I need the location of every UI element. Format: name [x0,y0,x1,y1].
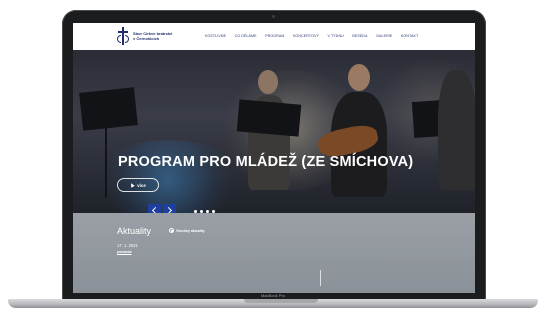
nav-item-kontakt[interactable]: KONTAKT [401,34,418,38]
nav-item-program[interactable]: PROGRAM [265,34,284,38]
main-nav: KOSTLIVNE CO DĚLÁME PROGRAM KONCERTOVÝ V… [205,34,427,38]
logo-text: Sbor Církve bratrské v Černošicích [133,31,172,41]
all-news-link[interactable]: Všechny aktuality [169,228,205,233]
nav-item-co-delame[interactable]: CO DĚLÁME [235,34,257,38]
camera-icon [272,15,275,18]
device-label: MacBook Pro [260,293,285,298]
stage-light-blue [93,140,243,213]
more-button[interactable]: více [117,178,159,192]
circle-arrow-icon [169,228,174,233]
scroll-indicator [320,270,321,286]
news-item-link[interactable]: pozvánka [117,250,132,254]
laptop-notch [244,299,318,303]
music-stand [79,87,138,131]
all-news-label: Všechny aktuality [176,228,205,233]
news-date: 17. 1. 2021 [117,243,138,248]
laptop-screen: Sbor Církve bratrské v Černošicích KOSTL… [73,23,475,293]
logo-line-2: v Černošicích [133,36,160,41]
singer-head [258,70,278,94]
nav-item-beseda[interactable]: BESEDA [352,34,367,38]
guitarist-head [348,64,370,91]
site-logo[interactable]: Sbor Církve bratrské v Černošicích [117,27,172,45]
news-title: Aktuality [117,226,152,236]
slider-arrows [148,204,176,213]
musician-figure [438,70,475,190]
cursor-icon [129,182,135,188]
nav-item-4[interactable]: KONCERTOVÝ [293,34,319,38]
music-stand [236,99,302,137]
nav-item-1[interactable]: KOSTLIVNE [205,34,226,38]
stand-pole [105,128,107,198]
more-button-label: více [137,182,146,188]
slider-prev-button[interactable] [148,204,161,213]
nav-item-v-tydnu[interactable]: V TÝDNU [327,34,343,38]
nav-item-galerie[interactable]: GALERIE [376,34,392,38]
cross-logo-icon [117,27,129,45]
hero-slider: PROGRAM PRO MLÁDEŽ (ZE SMÍCHOVA) více [73,50,475,213]
news-section: Aktuality Všechny aktuality 17. 1. 2021 … [73,213,475,293]
laptop-base [8,299,538,308]
site-header: Sbor Církve bratrské v Černošicích KOSTL… [73,23,475,50]
slider-next-button[interactable] [163,204,176,213]
hero-title: PROGRAM PRO MLÁDEŽ (ZE SMÍCHOVA) [118,154,414,170]
